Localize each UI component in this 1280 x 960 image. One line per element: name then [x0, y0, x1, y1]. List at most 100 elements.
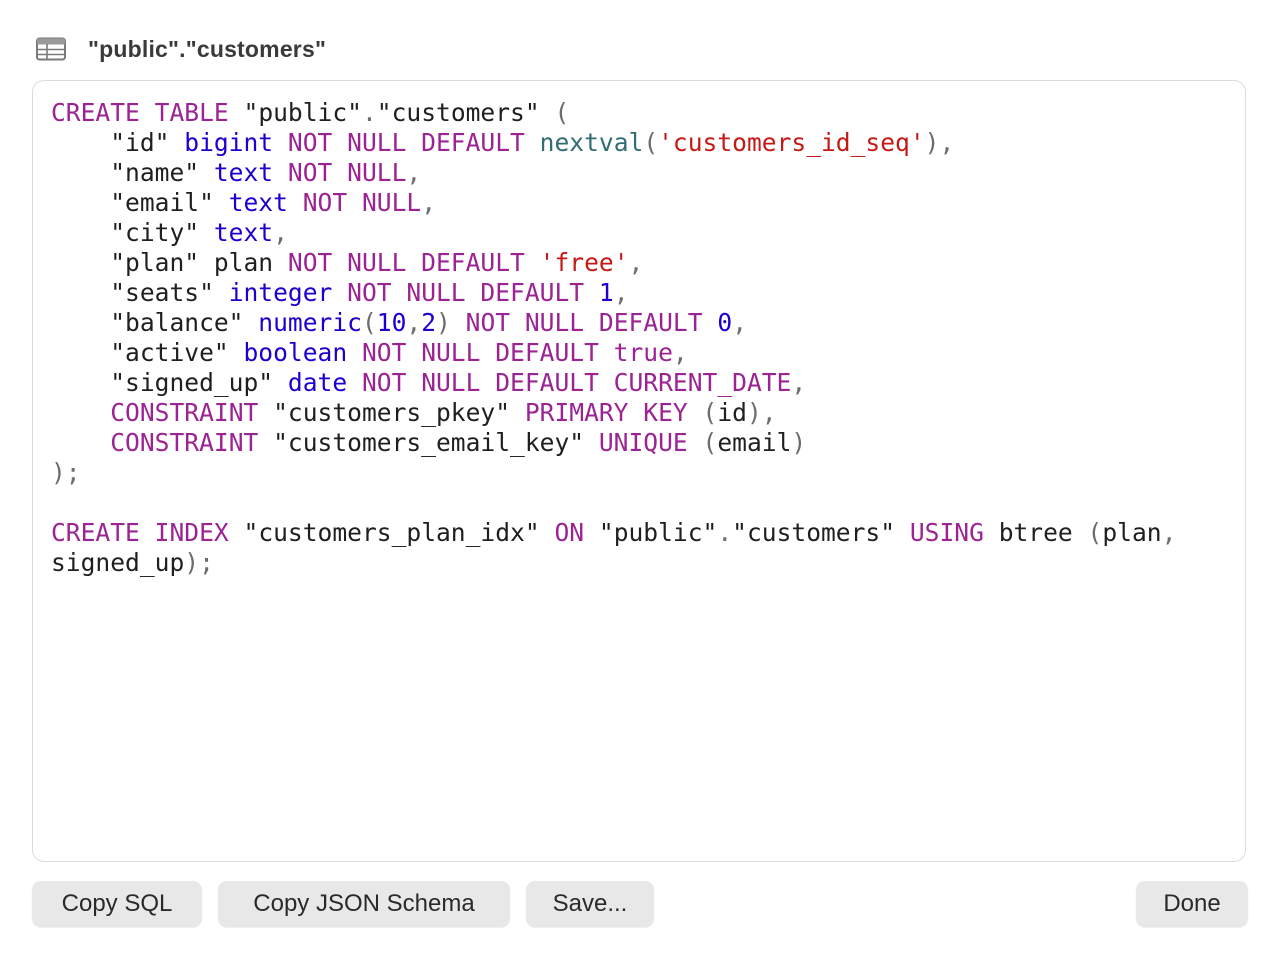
code-token: "name": [51, 158, 214, 187]
code-token: id: [717, 398, 747, 427]
code-token: ,: [406, 308, 422, 337]
code-token: email: [717, 428, 792, 457]
code-token: NOT NULL DEFAULT CURRENT_DATE: [361, 368, 792, 397]
code-token: 0: [717, 308, 733, 337]
code-token: "city": [51, 218, 214, 247]
code-token: NOT NULL DEFAULT: [347, 278, 585, 307]
code-token: NOT NULL: [302, 188, 422, 217]
code-token: 'free': [539, 248, 629, 277]
code-token: .: [361, 98, 377, 127]
code-token: ,: [1161, 518, 1177, 547]
table-title: "public"."customers": [88, 35, 327, 62]
code-token: 10: [376, 308, 407, 337]
code-token: nextval: [539, 128, 644, 157]
copy-sql-button[interactable]: Copy SQL: [32, 881, 202, 927]
code-token: "customers": [376, 98, 555, 127]
code-token: btree: [983, 518, 1088, 547]
code-token: (: [554, 98, 570, 127]
code-token: "public": [584, 518, 718, 547]
code-line: CREATE TABLE "public"."customers" (: [51, 98, 1176, 128]
code-token: ): [791, 428, 807, 457]
code-token: (: [1087, 518, 1103, 547]
code-line: CONSTRAINT "customers_pkey" PRIMARY KEY …: [51, 398, 1176, 428]
sql-code-view[interactable]: CREATE TABLE "public"."customers" ( "id"…: [32, 80, 1246, 862]
table-icon: [36, 37, 66, 61]
code-line: "signed_up" date NOT NULL DEFAULT CURREN…: [51, 368, 1176, 398]
code-token: "seats": [51, 278, 229, 307]
code-line: "plan" plan NOT NULL DEFAULT 'free',: [51, 248, 1176, 278]
code-token: "balance": [51, 308, 259, 337]
code-line: "active" boolean NOT NULL DEFAULT true,: [51, 338, 1176, 368]
code-token: .: [717, 518, 733, 547]
code-token: bigint: [184, 128, 274, 157]
code-token: NOT NULL: [287, 158, 407, 187]
code-token: numeric: [258, 308, 362, 337]
code-token: ): [436, 308, 451, 337]
code-token: ,: [406, 158, 422, 187]
code-token: text: [228, 188, 288, 217]
code-line: signed_up);: [51, 548, 1176, 578]
code-token: NOT NULL DEFAULT: [287, 248, 525, 277]
code-token: ,: [273, 218, 288, 247]
schema-sheet: "public"."customers" CREATE TABLE "publi…: [0, 0, 1280, 960]
code-token: ,: [791, 368, 807, 397]
code-token: plan: [1102, 518, 1162, 547]
code-token: UNIQUE: [598, 428, 688, 457]
code-token: NOT NULL DEFAULT true: [361, 338, 673, 367]
code-token: 1: [598, 278, 614, 307]
code-token: (: [643, 128, 659, 157]
code-token: "customers_plan_idx": [228, 518, 555, 547]
code-token: 2: [421, 308, 437, 337]
sql-code[interactable]: CREATE TABLE "public"."customers" ( "id"…: [51, 98, 1176, 578]
code-token: USING: [909, 518, 984, 547]
code-token: "public": [228, 98, 362, 127]
code-token: signed_up: [51, 548, 185, 577]
code-line: "seats" integer NOT NULL DEFAULT 1,: [51, 278, 1176, 308]
code-token: integer: [228, 278, 333, 307]
code-line: CONSTRAINT "customers_email_key" UNIQUE …: [51, 428, 1176, 458]
code-line: CREATE INDEX "customers_plan_idx" ON "pu…: [51, 518, 1176, 548]
code-token: (: [702, 398, 718, 427]
code-token: CONSTRAINT: [110, 428, 259, 457]
code-line: "name" text NOT NULL,: [51, 158, 1176, 188]
code-token: NOT NULL DEFAULT: [465, 308, 703, 337]
copy-json-schema-button[interactable]: Copy JSON Schema: [218, 881, 510, 927]
code-token: (: [361, 308, 377, 337]
code-token: CREATE: [51, 98, 140, 127]
code-token: "email": [51, 188, 229, 217]
code-line: "city" text,: [51, 218, 1176, 248]
code-token: ,: [672, 338, 688, 367]
code-token: TABLE: [154, 98, 229, 127]
code-token: (: [702, 428, 718, 457]
sheet-header: "public"."customers": [36, 32, 326, 66]
code-token: boolean: [243, 338, 348, 367]
code-token: ,: [421, 188, 437, 217]
code-token: ,: [732, 308, 747, 337]
save-button[interactable]: Save...: [526, 881, 654, 927]
code-token: );: [184, 548, 214, 577]
code-token: ,: [628, 248, 644, 277]
code-token: ),: [924, 128, 955, 157]
code-token: "customers": [732, 518, 910, 547]
done-button[interactable]: Done: [1136, 881, 1248, 927]
code-token: CONSTRAINT: [110, 398, 259, 427]
code-line: "balance" numeric(10,2) NOT NULL DEFAULT…: [51, 308, 1176, 338]
code-token: "plan" plan: [51, 248, 288, 277]
code-line: "id" bigint NOT NULL DEFAULT nextval('cu…: [51, 128, 1176, 158]
code-token: "id": [51, 128, 185, 157]
